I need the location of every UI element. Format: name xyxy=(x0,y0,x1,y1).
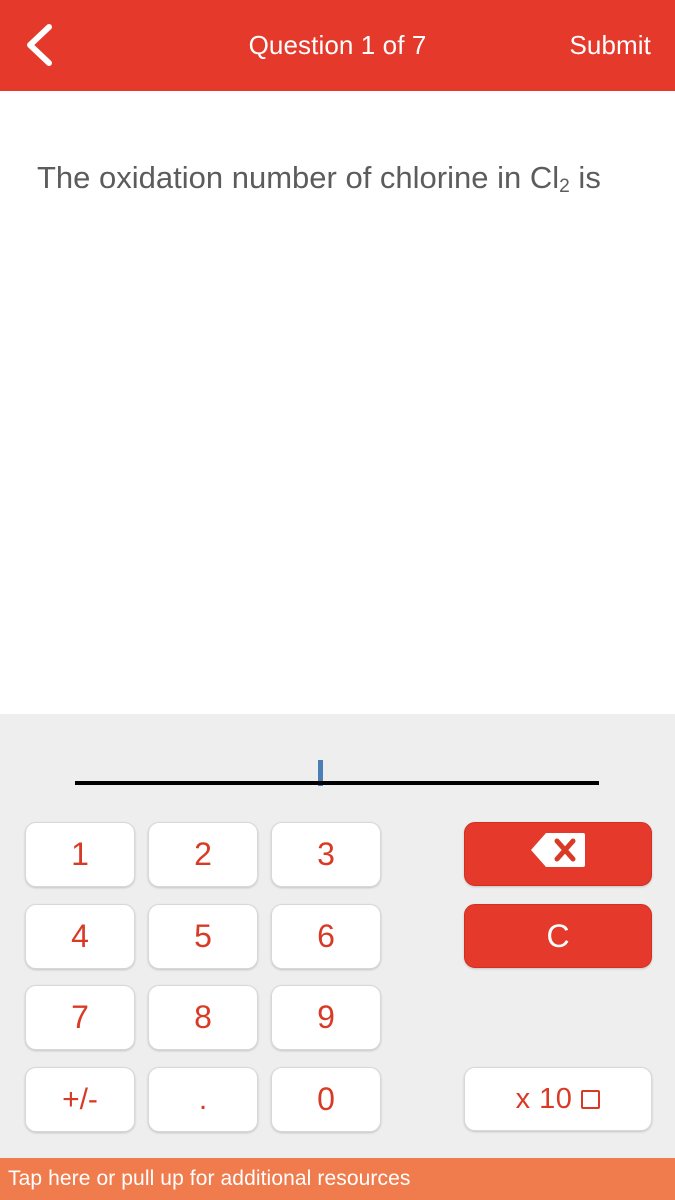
key-label: 9 xyxy=(317,999,335,1035)
key-label-group: x 10 xyxy=(516,1083,601,1116)
key-1[interactable]: 1 xyxy=(25,822,135,887)
key-decimal[interactable]: . xyxy=(148,1067,258,1132)
additional-resources-bar[interactable]: Tap here or pull up for additional resou… xyxy=(0,1158,675,1200)
additional-resources-label: Tap here or pull up for additional resou… xyxy=(8,1167,411,1190)
key-label: 1 xyxy=(71,836,89,872)
key-x10-exponent[interactable]: x 10 xyxy=(464,1067,652,1131)
key-5[interactable]: 5 xyxy=(148,904,258,969)
key-label: 4 xyxy=(71,918,89,954)
key-clear[interactable]: C xyxy=(464,904,652,968)
answer-input-area[interactable] xyxy=(0,714,675,794)
question-text: The oxidation number of chlorine in Cl2 … xyxy=(37,155,637,209)
key-2[interactable]: 2 xyxy=(148,822,258,887)
submit-button[interactable]: Submit xyxy=(569,30,651,61)
question-text-tail: is xyxy=(569,160,601,195)
key-9[interactable]: 9 xyxy=(271,985,381,1050)
app-header: Question 1 of 7 Submit xyxy=(0,0,675,91)
key-0[interactable]: 0 xyxy=(271,1067,381,1132)
key-6[interactable]: 6 xyxy=(271,904,381,969)
key-backspace[interactable] xyxy=(464,822,652,886)
question-content-area: The oxidation number of chlorine in Cl2 … xyxy=(0,91,675,714)
key-label: 3 xyxy=(317,836,335,872)
key-label: 0 xyxy=(317,1081,335,1117)
key-label: C xyxy=(546,917,570,954)
key-label: +/- xyxy=(62,1082,98,1116)
exponent-placeholder-box xyxy=(581,1089,601,1109)
question-text-main: The oxidation number of chlorine in Cl xyxy=(37,160,560,195)
key-label: 8 xyxy=(194,999,212,1035)
key-label: 2 xyxy=(194,836,212,872)
key-3[interactable]: 3 xyxy=(271,822,381,887)
key-label: 5 xyxy=(194,918,212,954)
numeric-keypad-panel: 1 2 3 4 5 6 7 8 9 +/- . 0 C x 10 xyxy=(0,714,675,1158)
key-7[interactable]: 7 xyxy=(25,985,135,1050)
backspace-delete-icon xyxy=(529,831,587,877)
key-label: . xyxy=(198,1082,208,1116)
answer-input-underline xyxy=(75,781,599,785)
question-subscript: 2 xyxy=(559,176,570,198)
key-label: 7 xyxy=(71,999,89,1035)
key-plus-minus[interactable]: +/- xyxy=(25,1067,135,1132)
key-label: x 10 xyxy=(515,1082,573,1115)
key-4[interactable]: 4 xyxy=(25,904,135,969)
key-8[interactable]: 8 xyxy=(148,985,258,1050)
key-label: 6 xyxy=(317,918,335,954)
